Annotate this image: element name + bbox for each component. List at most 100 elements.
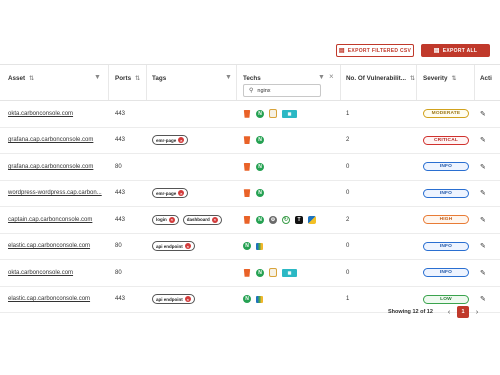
- action-icon[interactable]: ✎: [480, 101, 486, 127]
- filter-icon[interactable]: ▼: [94, 74, 101, 81]
- column-divider: [340, 65, 341, 100]
- elastic-icon: [256, 242, 263, 250]
- nginx-icon: N: [256, 162, 264, 171]
- current-page-button[interactable]: 1: [457, 306, 469, 318]
- html5-icon: [243, 109, 251, 118]
- column-divider: [146, 65, 147, 100]
- tech-search-field[interactable]: [257, 87, 313, 94]
- column-title: No. Of Vulnerabilit...: [346, 75, 406, 82]
- remove-tag-icon[interactable]: ×: [178, 137, 185, 144]
- column-divider: [474, 65, 475, 100]
- column-header-ports[interactable]: Ports ⇅: [115, 75, 140, 82]
- tags-cell: login × dashboard ×: [152, 207, 222, 233]
- remove-tag-icon[interactable]: ×: [211, 216, 218, 223]
- tags-cell: emr-page ×: [152, 128, 189, 154]
- vuln-count: 0: [346, 163, 350, 170]
- action-icon[interactable]: ✎: [480, 181, 486, 207]
- column-divider: [108, 65, 109, 100]
- column-header-vulns[interactable]: No. Of Vulnerabilit... ⇅: [346, 75, 415, 82]
- asset-link[interactable]: okta.carbonconsole.com: [8, 260, 108, 286]
- tag-chip[interactable]: api endpoint ×: [152, 294, 195, 305]
- tags-cell: api endpoint ×: [152, 234, 195, 260]
- export-all-button[interactable]: ▤ EXPORT ALL: [421, 44, 490, 57]
- table-row[interactable]: okta.carbonconsole.com 80 N ▦ 0 INFO ✎: [0, 260, 500, 287]
- html5-icon: [243, 215, 251, 224]
- filter-active-icon[interactable]: ▼: [318, 74, 325, 81]
- clear-filter-icon[interactable]: ×: [329, 72, 334, 81]
- remove-tag-icon[interactable]: ×: [178, 190, 185, 197]
- nginx-icon: N: [243, 295, 251, 304]
- assets-table: Asset ⇅ ▼ Ports ⇅ Tags ▼ Techs ▼ × ⚲ No.…: [0, 64, 500, 313]
- severity-cell: INFO: [423, 181, 469, 207]
- filter-icon[interactable]: ▼: [225, 74, 232, 81]
- tag-label: dashboard: [186, 217, 210, 223]
- asset-link[interactable]: grafana.cap.carbonconsole.com: [8, 154, 108, 180]
- port-value: 443: [115, 216, 126, 223]
- severity-badge: INFO: [423, 268, 469, 278]
- vuln-count: 2: [346, 216, 350, 223]
- action-icon[interactable]: ✎: [480, 260, 486, 286]
- asset-link[interactable]: wordpress-wordpress.cap.carbon...: [8, 181, 108, 207]
- sort-icon[interactable]: ⇅: [135, 75, 140, 82]
- column-title: Techs: [243, 75, 261, 82]
- tag-chip[interactable]: dashboard ×: [182, 214, 222, 225]
- tech-icons: N ⚙ ↻ T: [243, 207, 316, 233]
- column-header-actions: Acti: [480, 75, 492, 82]
- severity-cell: INFO: [423, 260, 469, 286]
- table-row[interactable]: grafana.cap.carbonconsole.com 443 emr-pa…: [0, 128, 500, 154]
- remove-tag-icon[interactable]: ×: [184, 296, 191, 303]
- tag-chip[interactable]: api endpoint ×: [152, 241, 195, 252]
- refresh-tech-icon: ↻: [282, 215, 290, 224]
- asset-link[interactable]: okta.carbonconsole.com: [8, 101, 108, 127]
- tag-label: emr-page: [156, 190, 177, 196]
- tech-icons: N ▦: [243, 260, 297, 286]
- tag-label: api endpoint: [156, 296, 183, 302]
- table-row[interactable]: captain.cap.carbonconsole.com 443 login ×…: [0, 207, 500, 234]
- tag-label: emr-page: [156, 137, 177, 143]
- tags-cell: emr-page ×: [152, 181, 189, 207]
- chevron-left-icon[interactable]: ‹: [444, 306, 454, 318]
- column-header-severity[interactable]: Severity ⇅: [423, 75, 457, 82]
- column-header-tags[interactable]: Tags: [152, 75, 166, 82]
- export-all-label: EXPORT ALL: [442, 47, 478, 54]
- remove-tag-icon[interactable]: ×: [168, 216, 175, 223]
- vuln-count: 0: [346, 269, 350, 276]
- action-icon[interactable]: ✎: [480, 154, 486, 180]
- search-icon: ⚲: [249, 88, 254, 94]
- action-icon[interactable]: ✎: [480, 234, 486, 260]
- html5-icon: [243, 162, 251, 171]
- tech-icons: N: [243, 234, 263, 260]
- gear-tech-icon: ⚙: [269, 215, 277, 224]
- column-header-asset[interactable]: Asset ⇅: [8, 75, 34, 82]
- severity-cell: MODERATE: [423, 101, 469, 127]
- export-icon: ▤: [433, 47, 440, 54]
- table-row[interactable]: okta.carbonconsole.com 443 N ▦ 1 MODERAT…: [0, 101, 500, 128]
- table-row[interactable]: grafana.cap.carbonconsole.com 80 N 0 INF…: [0, 154, 500, 181]
- severity-badge: HIGH: [423, 215, 469, 225]
- export-filtered-csv-button[interactable]: ▤ EXPORT FILTERED CSV: [336, 44, 414, 57]
- file-icon: [269, 268, 277, 278]
- action-icon[interactable]: ✎: [480, 207, 486, 233]
- column-header-techs[interactable]: Techs: [243, 75, 261, 82]
- asset-link[interactable]: grafana.cap.carbonconsole.com: [8, 128, 108, 154]
- sort-icon[interactable]: ⇅: [29, 75, 34, 82]
- table-row[interactable]: wordpress-wordpress.cap.carbon... 443 em…: [0, 181, 500, 207]
- showing-count: Showing 12 of 12: [388, 309, 433, 315]
- asset-link[interactable]: elastic.cap.carbonconsole.com: [8, 234, 108, 260]
- asset-link[interactable]: captain.cap.carbonconsole.com: [8, 207, 108, 233]
- pagination: Showing 12 of 12 ‹ 1 ›: [0, 306, 500, 320]
- tag-chip[interactable]: login ×: [152, 214, 179, 225]
- tag-chip[interactable]: emr-page ×: [152, 188, 189, 199]
- sort-icon[interactable]: ⇅: [452, 75, 457, 82]
- tech-search-input[interactable]: ⚲: [243, 84, 321, 97]
- tech-icons: N: [243, 128, 264, 154]
- table-row[interactable]: elastic.cap.carbonconsole.com 80 api end…: [0, 234, 500, 260]
- action-icon[interactable]: ✎: [480, 128, 486, 154]
- cloud-tech-icon: [308, 215, 316, 224]
- chevron-right-icon[interactable]: ›: [472, 306, 482, 318]
- sort-icon[interactable]: ⇅: [410, 75, 415, 82]
- tag-chip[interactable]: emr-page ×: [152, 135, 189, 146]
- elastic-icon: [256, 295, 263, 303]
- remove-tag-icon[interactable]: ×: [184, 243, 191, 250]
- port-value: 443: [115, 137, 126, 144]
